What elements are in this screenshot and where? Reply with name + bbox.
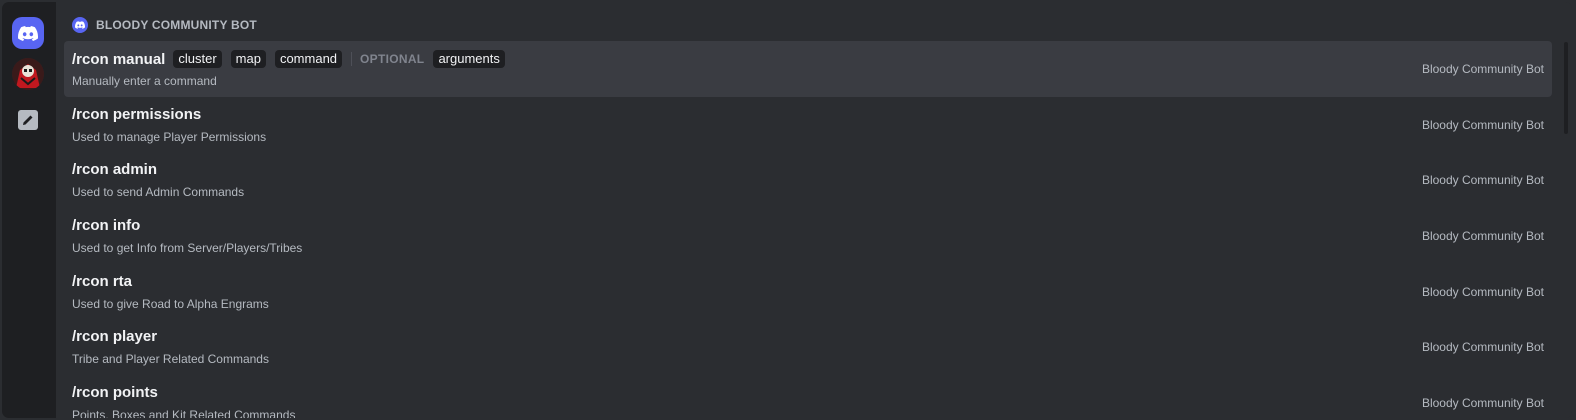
command-description: Used to manage Player Permissions: [72, 129, 267, 144]
command-row-rcon-points[interactable]: /rcon points Points, Boxes and Kit Relat…: [64, 375, 1552, 418]
command-row-rcon-player[interactable]: /rcon player Tribe and Player Related Co…: [64, 319, 1552, 375]
command-list: /rcon manual cluster map command OPTIONA…: [64, 41, 1552, 418]
command-source: Bloody Community Bot: [1421, 173, 1544, 188]
divider: [351, 52, 353, 66]
command-source: Bloody Community Bot: [1421, 284, 1544, 299]
optional-arg-chip[interactable]: arguments: [433, 50, 505, 68]
command-name: /rcon manual: [72, 50, 166, 68]
command-name-line: /rcon manual cluster map command OPTIONA…: [72, 50, 505, 68]
required-arg-chip[interactable]: cluster: [173, 50, 222, 68]
command-name: /rcon rta: [72, 272, 133, 290]
pencil-icon: [23, 115, 33, 125]
section-header: BLOODY COMMUNITY BOT: [72, 16, 257, 34]
command-description: Used to give Road to Alpha Engrams: [72, 296, 269, 311]
bot-avatar: [72, 17, 88, 33]
command-description: Tribe and Player Related Commands: [72, 352, 269, 367]
required-arg-chip[interactable]: command: [274, 50, 343, 68]
command-list-panel: BLOODY COMMUNITY BOT /rcon manual cluste…: [64, 2, 1552, 418]
command-source: Bloody Community Bot: [1421, 229, 1544, 244]
command-source: Bloody Community Bot: [1421, 396, 1544, 411]
discord-logo-icon: [75, 21, 85, 29]
scrollbar[interactable]: [1564, 42, 1568, 134]
command-name: /rcon permissions: [72, 105, 202, 123]
server-icon: [12, 58, 44, 90]
command-source: Bloody Community Bot: [1421, 117, 1544, 132]
section-title: BLOODY COMMUNITY BOT: [96, 18, 257, 32]
discord-logo-icon: [18, 25, 38, 41]
command-autocomplete-popup: BLOODY COMMUNITY BOT /rcon manual cluste…: [2, 2, 1572, 418]
command-name: /rcon admin: [72, 161, 158, 179]
command-row-rcon-permissions[interactable]: /rcon permissions Used to manage Player …: [64, 97, 1552, 153]
app-sidebar: [2, 2, 56, 418]
command-row-rcon-info[interactable]: /rcon info Used to get Info from Server/…: [64, 208, 1552, 264]
command-name: /rcon points: [72, 384, 158, 402]
command-name: /rcon info: [72, 217, 141, 235]
command-row-rcon-rta[interactable]: /rcon rta Used to give Road to Alpha Eng…: [64, 264, 1552, 320]
command-source: Bloody Community Bot: [1421, 62, 1544, 76]
required-arg-chip[interactable]: map: [230, 50, 266, 68]
sidebar-item-discord[interactable]: [12, 17, 44, 49]
command-row-rcon-manual[interactable]: /rcon manual cluster map command OPTIONA…: [64, 41, 1552, 97]
command-description: Manually enter a command: [72, 74, 217, 88]
command-description: Points, Boxes and Kit Related Commands: [72, 408, 296, 418]
optional-label: OPTIONAL: [360, 52, 425, 66]
command-source: Bloody Community Bot: [1421, 340, 1544, 355]
command-name: /rcon player: [72, 328, 158, 346]
command-description: Used to send Admin Commands: [72, 185, 245, 200]
command-row-rcon-admin[interactable]: /rcon admin Used to send Admin Commands …: [64, 152, 1552, 208]
sidebar-item-server[interactable]: [12, 58, 44, 90]
command-description: Used to get Info from Server/Players/Tri…: [72, 241, 303, 256]
sidebar-item-edit[interactable]: [18, 110, 38, 130]
